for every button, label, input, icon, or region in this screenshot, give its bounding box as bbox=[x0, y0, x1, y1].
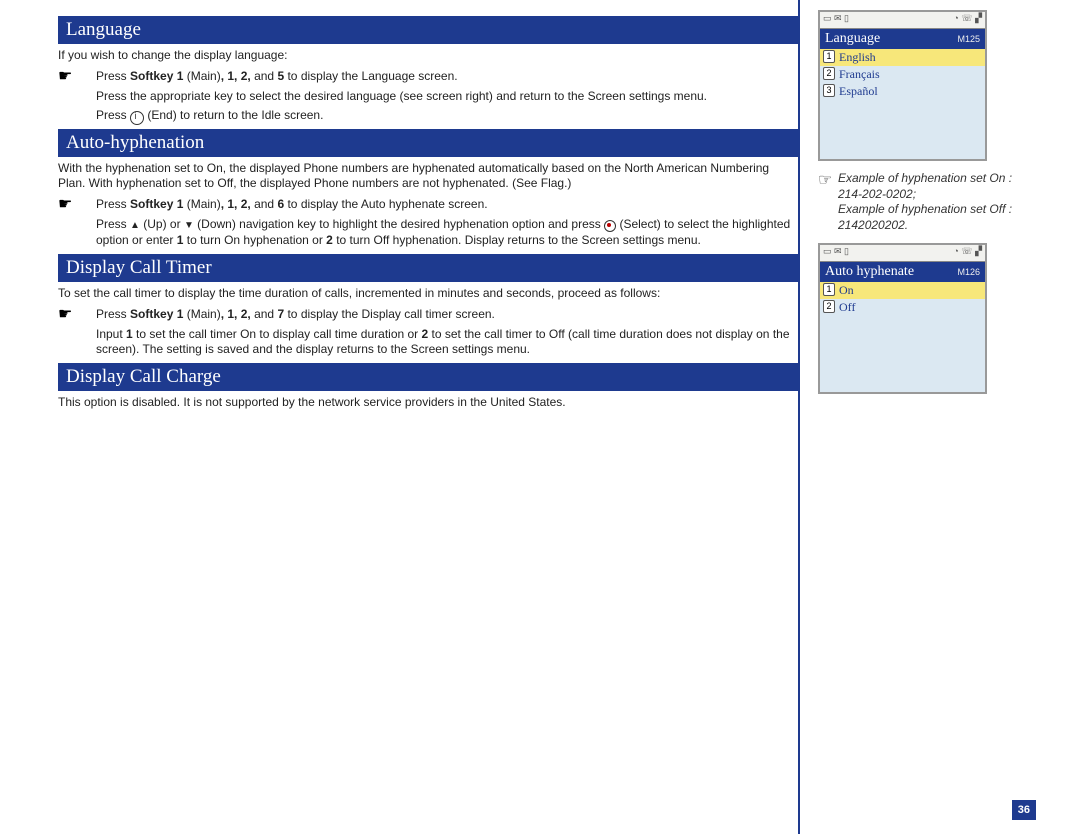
list-item-number: 2 bbox=[823, 67, 835, 80]
phone-title-label: Language bbox=[825, 31, 880, 47]
phone-title-language: Language M125 bbox=[820, 29, 985, 49]
language-step2: Press the appropriate key to select the … bbox=[96, 89, 798, 104]
list-item-label: English bbox=[839, 50, 876, 65]
list-item-number: 2 bbox=[823, 300, 835, 313]
phone-statusbar: ▭ ✉ ▯ ◔ ☏ ▞ bbox=[820, 12, 985, 29]
list-item: 1 English bbox=[820, 49, 985, 66]
list-item-label: Français bbox=[839, 67, 880, 82]
phone-title-code: M125 bbox=[957, 34, 980, 44]
status-left-icons: ▭ ✉ ▯ bbox=[823, 13, 849, 27]
end-icon bbox=[130, 111, 144, 125]
note-icon: ☞ bbox=[818, 171, 838, 233]
list-item: 3 Español bbox=[820, 83, 985, 100]
list-item: 2 Français bbox=[820, 66, 985, 83]
call-timer-step2: Input 1 to set the call timer On to disp… bbox=[96, 327, 798, 357]
phone-list-language: 1 English 2 Français 3 Español bbox=[820, 49, 985, 159]
auto-hyphen-intro: With the hyphenation set to On, the disp… bbox=[58, 161, 798, 191]
language-step3: Press (End) to return to the Idle screen… bbox=[96, 108, 798, 123]
language-intro: If you wish to change the display langua… bbox=[58, 48, 798, 63]
sidebar: ▭ ✉ ▯ ◔ ☏ ▞ Language M125 1 English 2 Franç… bbox=[800, 0, 1050, 834]
phone-title-label: Auto hyphenate bbox=[825, 264, 914, 280]
down-arrow-icon bbox=[184, 217, 194, 233]
hyphenation-example-note: ☞ Example of hyphenation set On : 214-20… bbox=[818, 171, 1038, 233]
section-header-language: Language bbox=[58, 16, 798, 44]
language-step1: ☛ Press Softkey 1 (Main), 1, 2, and 5 to… bbox=[58, 69, 798, 85]
page-number: 36 bbox=[1012, 800, 1036, 820]
section-header-auto-hyphen: Auto-hyphenation bbox=[58, 129, 798, 157]
main-content: Language If you wish to change the displ… bbox=[0, 0, 800, 834]
call-charge-intro: This option is disabled. It is not suppo… bbox=[58, 395, 798, 410]
phone-list-auto-hyphen: 1 On 2 Off bbox=[820, 282, 985, 392]
status-right-icons: ◔ ☏ ▞ bbox=[953, 246, 982, 260]
list-item: 2 Off bbox=[820, 299, 985, 316]
section-header-call-charge: Display Call Charge bbox=[58, 363, 798, 391]
phone-title-code: M126 bbox=[957, 267, 980, 277]
status-right-icons: ◔ ☏ ▞ bbox=[953, 13, 982, 27]
section-header-call-timer: Display Call Timer bbox=[58, 254, 798, 282]
call-timer-intro: To set the call timer to display the tim… bbox=[58, 286, 798, 301]
phone-statusbar: ▭ ✉ ▯ ◔ ☏ ▞ bbox=[820, 245, 985, 262]
pointer-icon: ☛ bbox=[58, 69, 96, 85]
pointer-icon: ☛ bbox=[58, 307, 96, 323]
list-item-number: 3 bbox=[823, 84, 835, 97]
list-item-number: 1 bbox=[823, 283, 835, 296]
list-item-label: On bbox=[839, 283, 854, 298]
status-left-icons: ▭ ✉ ▯ bbox=[823, 246, 849, 260]
list-item-number: 1 bbox=[823, 50, 835, 63]
auto-hyphen-step1: ☛ Press Softkey 1 (Main), 1, 2, and 6 to… bbox=[58, 197, 798, 213]
list-item-label: Off bbox=[839, 300, 855, 315]
up-arrow-icon bbox=[130, 217, 140, 233]
pointer-icon: ☛ bbox=[58, 197, 96, 213]
list-item-label: Español bbox=[839, 84, 878, 99]
call-timer-step1: ☛ Press Softkey 1 (Main), 1, 2, and 7 to… bbox=[58, 307, 798, 323]
phone-title-auto-hyphen: Auto hyphenate M126 bbox=[820, 262, 985, 282]
auto-hyphen-step2: Press (Up) or (Down) navigation key to h… bbox=[96, 217, 798, 248]
phone-screen-language: ▭ ✉ ▯ ◔ ☏ ▞ Language M125 1 English 2 Franç… bbox=[818, 10, 987, 161]
select-icon bbox=[604, 220, 616, 232]
list-item: 1 On bbox=[820, 282, 985, 299]
phone-screen-auto-hyphen: ▭ ✉ ▯ ◔ ☏ ▞ Auto hyphenate M126 1 On 2 Off bbox=[818, 243, 987, 394]
